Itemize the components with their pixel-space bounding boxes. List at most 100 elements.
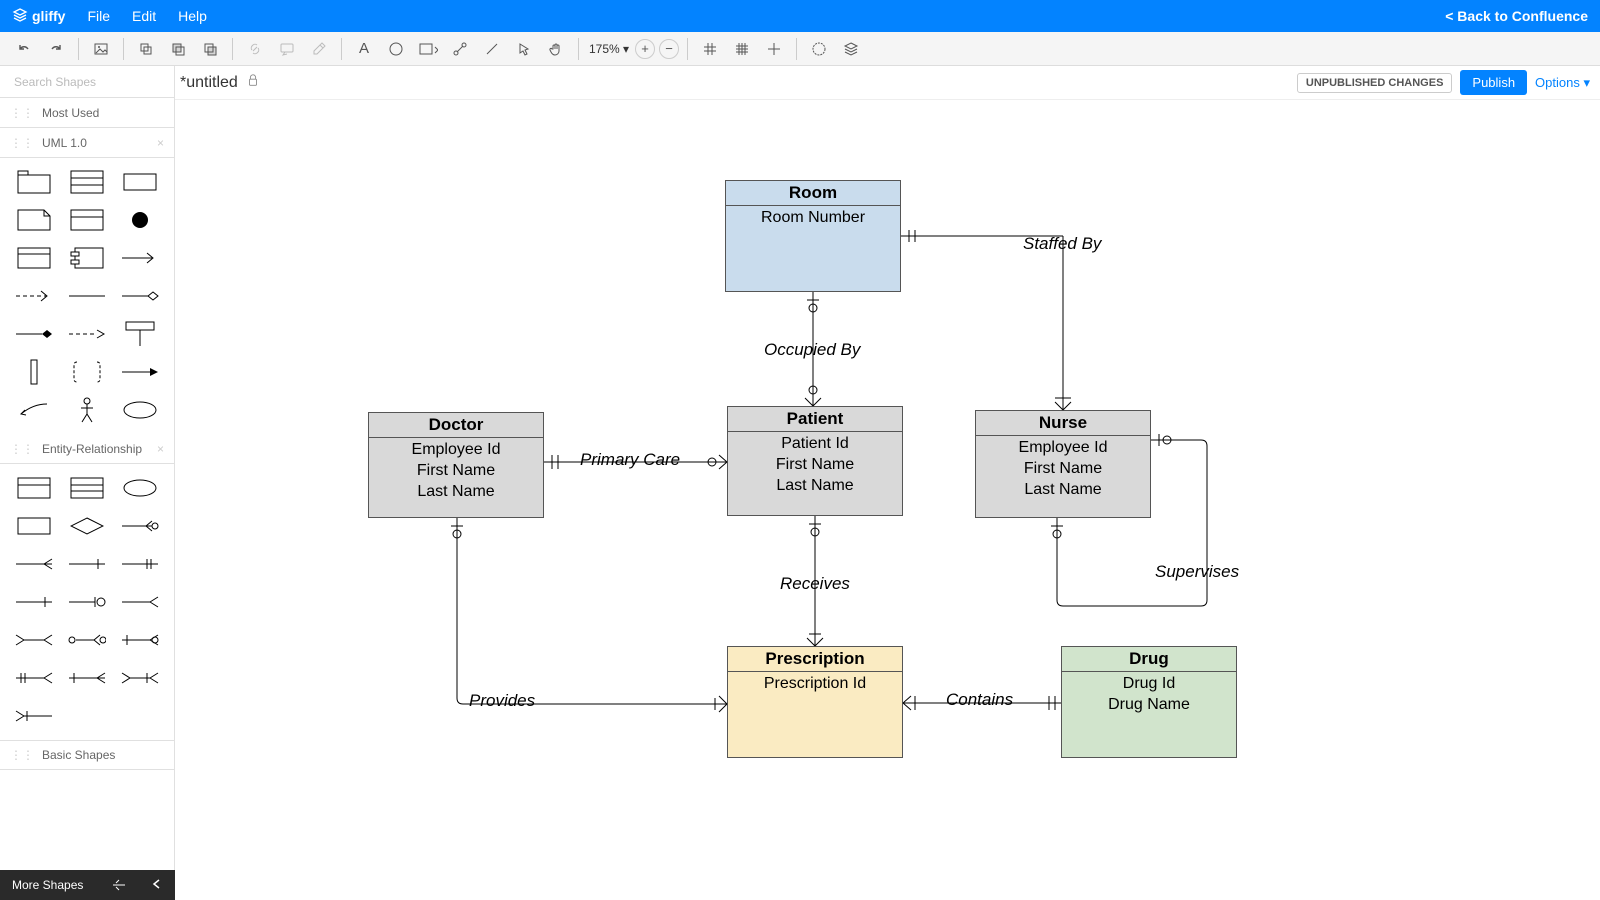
shape-er-1many4[interactable] (65, 664, 110, 692)
rect-tool[interactable] (414, 35, 442, 63)
shape-line[interactable] (65, 282, 110, 310)
shape-package[interactable] (12, 168, 57, 196)
shape-return[interactable] (12, 396, 57, 424)
label-receives: Receives (780, 574, 850, 594)
shape-note[interactable] (12, 206, 57, 234)
menu-file[interactable]: File (87, 8, 110, 24)
popup-button (273, 35, 301, 63)
entity-prescription[interactable]: Prescription Prescription Id (727, 646, 903, 758)
link-button (241, 35, 269, 63)
copy-button[interactable] (132, 35, 160, 63)
section-er[interactable]: ⋮⋮Entity-Relationship× (0, 434, 174, 464)
layers-button[interactable] (837, 35, 865, 63)
shape-open-arrow[interactable] (117, 244, 162, 272)
label-occupied-by: Occupied By (764, 340, 860, 360)
shape-activation[interactable] (12, 358, 57, 386)
zoom-out[interactable]: − (659, 39, 679, 59)
shape-er-table2[interactable] (12, 474, 57, 502)
chevron-left-icon[interactable] (151, 878, 163, 893)
snap-button[interactable] (760, 35, 788, 63)
entity-drug[interactable]: Drug Drug IdDrug Name (1061, 646, 1237, 758)
zoom-in[interactable]: + (635, 39, 655, 59)
menu-edit[interactable]: Edit (132, 8, 156, 24)
section-uml[interactable]: ⋮⋮UML 1.0× (0, 128, 174, 158)
line-tool[interactable] (478, 35, 506, 63)
shape-er-many2[interactable] (117, 588, 162, 616)
shape-er-1many2[interactable] (117, 626, 162, 654)
grid2-button[interactable] (728, 35, 756, 63)
shape-lifeline[interactable] (117, 320, 162, 348)
search-input[interactable] (14, 75, 169, 89)
shape-solid-arrow[interactable] (117, 358, 162, 386)
shape-er-1b[interactable] (12, 588, 57, 616)
shape-usecase[interactable] (117, 396, 162, 424)
grid-button[interactable] (696, 35, 724, 63)
shape-er-ellipse[interactable] (117, 474, 162, 502)
shape-er-oneonly[interactable] (117, 550, 162, 578)
shape-er-rect[interactable] (12, 512, 57, 540)
zoom-level[interactable]: 175% ▾ (589, 42, 629, 56)
shape-class2[interactable] (65, 206, 110, 234)
options-menu[interactable]: Options ▾ (1535, 75, 1590, 91)
label-supervises: Supervises (1155, 562, 1239, 582)
undo-button[interactable] (10, 35, 38, 63)
label-staffed-by: Staffed By (1023, 234, 1101, 254)
redo-button[interactable] (42, 35, 70, 63)
shape-component[interactable] (65, 244, 110, 272)
more-shapes-bar[interactable]: More Shapes (0, 870, 175, 900)
unpublished-badge: UNPUBLISHED CHANGES (1297, 73, 1453, 93)
shape-er-1many3[interactable] (12, 664, 57, 692)
entity-room[interactable]: Room Room Number (725, 180, 901, 292)
shape-dashed-arrow2[interactable] (65, 320, 110, 348)
divider-icon (111, 877, 127, 893)
front-button[interactable] (164, 35, 192, 63)
shape-diamond-arrow[interactable] (117, 282, 162, 310)
label-primary-care: Primary Care (580, 450, 680, 470)
section-basic[interactable]: ⋮⋮Basic Shapes (0, 740, 174, 770)
search-shapes[interactable] (0, 66, 174, 98)
shape-er-one[interactable] (65, 550, 110, 578)
shape-dashed-box[interactable] (65, 358, 110, 386)
shape-dashed-arrow[interactable] (12, 282, 57, 310)
shape-er-manyb[interactable] (117, 664, 162, 692)
shape-er-01[interactable] (65, 588, 110, 616)
circle-tool[interactable] (382, 35, 410, 63)
conn-doctor-rx (449, 518, 729, 718)
entity-nurse[interactable]: Nurse Employee IdFirst NameLast Name (975, 410, 1151, 518)
shape-class3[interactable] (65, 168, 110, 196)
shape-er-0many2[interactable] (65, 626, 110, 654)
shape-rect[interactable] (117, 168, 162, 196)
menu-help[interactable]: Help (178, 8, 207, 24)
shape-er-manymany[interactable] (12, 626, 57, 654)
close-icon[interactable]: × (157, 442, 164, 456)
conn-room-nurse (901, 230, 1101, 430)
document-bar: *untitled UNPUBLISHED CHANGES Publish Op… (0, 66, 1600, 100)
shape-er-diamond[interactable] (65, 512, 110, 540)
shape-actor[interactable] (65, 396, 110, 424)
shape-er-many[interactable] (12, 550, 57, 578)
canvas[interactable]: Room Room Number Doctor Employee IdFirst… (175, 100, 1600, 900)
shape-er-0many[interactable] (117, 512, 162, 540)
shape-initial[interactable] (117, 206, 162, 234)
image-button[interactable] (87, 35, 115, 63)
eyedropper-button (305, 35, 333, 63)
shape-filled-diamond[interactable] (12, 320, 57, 348)
back-to-confluence[interactable]: < Back to Confluence (1445, 8, 1588, 24)
entity-patient[interactable]: Patient Patient IdFirst NameLast Name (727, 406, 903, 516)
section-most-used[interactable]: ⋮⋮Most Used (0, 98, 174, 128)
text-tool[interactable]: A (350, 35, 378, 63)
entity-doctor[interactable]: Doctor Employee IdFirst NameLast Name (368, 412, 544, 518)
shape-er-table3[interactable] (65, 474, 110, 502)
close-icon[interactable]: × (157, 136, 164, 150)
document-title: *untitled (180, 74, 238, 92)
publish-button[interactable]: Publish (1460, 70, 1527, 95)
pointer-tool[interactable] (510, 35, 538, 63)
shape-object[interactable] (12, 244, 57, 272)
theme-button[interactable] (805, 35, 833, 63)
toolbar: A 175% ▾ + − (0, 32, 1600, 66)
label-contains: Contains (946, 690, 1013, 710)
shape-er-manyc[interactable] (12, 702, 57, 730)
back-button[interactable] (196, 35, 224, 63)
hand-tool[interactable] (542, 35, 570, 63)
connector-tool[interactable] (446, 35, 474, 63)
